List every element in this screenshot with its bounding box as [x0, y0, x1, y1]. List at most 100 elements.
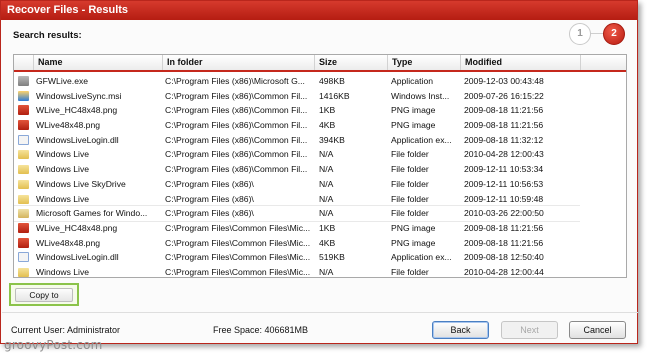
- file-type: File folder: [391, 208, 429, 219]
- table-row[interactable]: WindowsLiveLogin.dll C:\Program Files (x8…: [14, 133, 580, 148]
- file-name: WLive48x48.png: [36, 120, 101, 131]
- file-type: Application: [391, 76, 434, 86]
- file-type: PNG image: [391, 222, 436, 233]
- column-header-modified[interactable]: Modified: [461, 55, 581, 70]
- search-results-label: Search results:: [13, 30, 82, 41]
- file-name: Windows Live: [36, 149, 90, 160]
- column-header-size[interactable]: Size: [315, 55, 388, 70]
- file-name: Windows Live: [36, 266, 90, 277]
- header-icon-column[interactable]: [14, 55, 34, 70]
- file-type: Application ex...: [391, 134, 452, 145]
- file-modified: 2009-07-26 16:15:22: [464, 90, 544, 101]
- groovypost-watermark: groovyPost.com: [4, 338, 103, 352]
- step-2-active: 2: [603, 23, 625, 45]
- footer-divider: [2, 312, 638, 313]
- file-type: PNG image: [391, 237, 436, 248]
- file-modified: 2009-08-18 11:21:56: [464, 222, 544, 233]
- table-row[interactable]: Windows Live C:\Program Files (x86)\Commo…: [14, 162, 580, 177]
- file-modified: 2009-08-18 11:32:12: [464, 134, 544, 145]
- table-row[interactable]: WLive48x48.png C:\Program Files (x86)\Com…: [14, 118, 580, 133]
- table-row[interactable]: Windows Live SkyDrive C:\Program Files (x…: [14, 177, 580, 192]
- table-row[interactable]: GFWLive.exe C:\Program Files (x86)\Micros…: [14, 74, 580, 89]
- file-type: File folder: [391, 164, 429, 175]
- table-row[interactable]: WLive_HC48x48.png C:\Program Files\Common…: [14, 221, 580, 236]
- table-empty-area: [580, 74, 626, 277]
- table-body: GFWLive.exe C:\Program Files (x86)\Micros…: [14, 74, 581, 277]
- file-size: 4KB: [319, 237, 336, 248]
- file-name: Microsoft Games for Windo...: [36, 208, 148, 219]
- table-row[interactable]: Microsoft Games for Windo... C:\Program F…: [14, 205, 581, 222]
- file-type: PNG image: [391, 105, 436, 116]
- file-name: Windows Live: [36, 193, 90, 204]
- file-size: N/A: [319, 149, 334, 160]
- file-size: N/A: [319, 193, 334, 204]
- file-folder: C:\Program Files (x86)\Microsoft G...: [165, 76, 305, 86]
- column-header-name[interactable]: Name: [34, 55, 163, 70]
- file-folder: C:\Program Files (x86)\Common Fil...: [165, 90, 308, 101]
- png-icon: [18, 105, 29, 116]
- file-size: N/A: [319, 164, 334, 175]
- column-header-type[interactable]: Type: [388, 55, 461, 70]
- copy-to-button[interactable]: Copy to: [15, 288, 73, 302]
- dll-icon: [18, 134, 29, 145]
- recover-files-window: Recover Files - Results Search results: …: [0, 0, 638, 344]
- file-name: WindowsLiveLogin.dll: [36, 134, 119, 145]
- file-type: File folder: [391, 149, 429, 160]
- file-type: File folder: [391, 193, 429, 204]
- file-type: PNG image: [391, 120, 436, 131]
- file-modified: 2010-04-28 12:00:43: [464, 149, 544, 160]
- file-modified: 2009-12-11 10:53:34: [464, 164, 544, 175]
- column-header-folder[interactable]: In folder: [163, 55, 315, 70]
- folder-icon: [18, 267, 29, 277]
- file-type: File folder: [391, 266, 429, 277]
- file-name: WindowsLiveSync.msi: [36, 90, 122, 101]
- file-folder: C:\Program Files\Common Files\Mic...: [165, 222, 310, 233]
- next-button[interactable]: Next: [501, 321, 558, 339]
- file-size: N/A: [319, 178, 334, 189]
- msi-icon: [18, 90, 29, 101]
- file-modified: 2009-08-18 12:50:40: [464, 252, 544, 263]
- table-row[interactable]: WindowsLiveSync.msi C:\Program Files (x86…: [14, 89, 580, 104]
- current-user-status: Current User: Administrator: [11, 325, 121, 335]
- file-name: WLive_HC48x48.png: [36, 105, 118, 116]
- file-modified: 2009-08-18 11:21:56: [464, 120, 544, 131]
- file-folder: C:\Program Files (x86)\Common Fil...: [165, 105, 308, 116]
- table-row[interactable]: WLive48x48.png C:\Program Files\Common Fi…: [14, 236, 580, 251]
- file-folder: C:\Program Files (x86)\Common Fil...: [165, 164, 308, 175]
- file-name: WLive_HC48x48.png: [36, 222, 118, 233]
- file-folder: C:\Program Files\Common Files\Mic...: [165, 237, 310, 248]
- folder-icon: [18, 165, 29, 175]
- file-folder: C:\Program Files (x86)\: [165, 193, 254, 204]
- table-row[interactable]: Windows Live C:\Program Files (x86)\Commo…: [14, 147, 580, 162]
- table-row[interactable]: Windows Live C:\Program Files\Common File…: [14, 265, 580, 277]
- step-1: 1: [569, 23, 591, 45]
- file-name: Windows Live: [36, 164, 90, 175]
- file-size: 498KB: [319, 76, 345, 86]
- file-modified: 2010-04-28 12:00:44: [464, 266, 544, 277]
- table-header: Name In folder Size Type Modified: [14, 55, 626, 72]
- cancel-button[interactable]: Cancel: [569, 321, 626, 339]
- window-title: Recover Files - Results: [1, 1, 637, 20]
- file-type: Application ex...: [391, 252, 452, 263]
- file-size: 1KB: [319, 105, 336, 116]
- file-type: Windows Inst...: [391, 90, 450, 101]
- file-size: N/A: [319, 208, 334, 219]
- file-folder: C:\Program Files (x86)\Common Fil...: [165, 120, 308, 131]
- file-size: 1KB: [319, 222, 336, 233]
- table-row[interactable]: WindowsLiveLogin.dll C:\Program Files\Com…: [14, 250, 580, 265]
- file-modified: 2009-08-18 11:21:56: [464, 237, 544, 248]
- file-name: WLive48x48.png: [36, 237, 101, 248]
- file-type: File folder: [391, 178, 429, 189]
- file-folder: C:\Program Files (x86)\Common Fil...: [165, 134, 308, 145]
- folder-icon: [18, 150, 29, 160]
- back-button[interactable]: Back: [432, 321, 489, 339]
- file-folder: C:\Program Files (x86)\: [165, 208, 254, 219]
- table-row[interactable]: Windows Live C:\Program Files (x86)\ N/A Fi…: [14, 192, 580, 207]
- folder-icon: [18, 194, 29, 204]
- png-icon: [18, 120, 29, 131]
- file-modified: 2009-08-18 11:21:56: [464, 105, 544, 116]
- table-row[interactable]: WLive_HC48x48.png C:\Program Files (x86)\…: [14, 103, 580, 118]
- folder-icon: [18, 179, 29, 189]
- file-modified: 2009-12-03 00:43:48: [464, 76, 544, 86]
- file-size: 519KB: [319, 252, 345, 263]
